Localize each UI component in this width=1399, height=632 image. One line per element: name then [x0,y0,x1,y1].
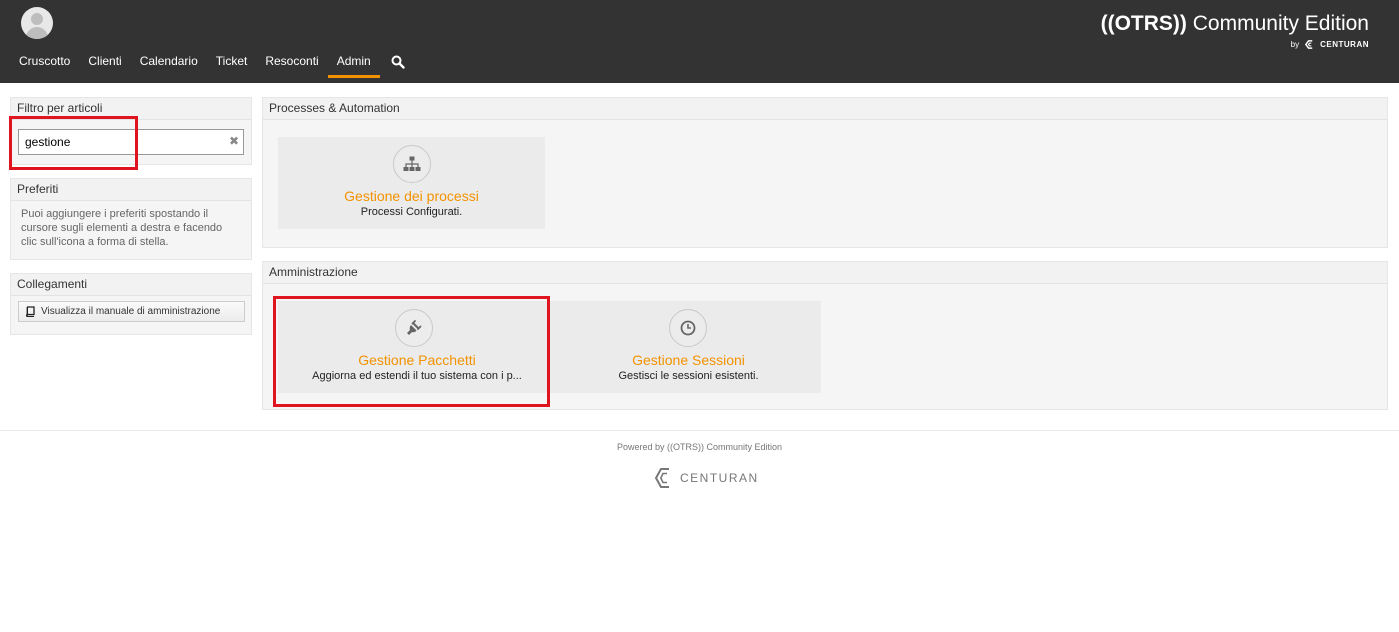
administration-title: Amministrazione [263,262,1387,284]
top-bar: Cruscotto Clienti Calendario Ticket Reso… [0,0,1399,83]
admin-manual-button[interactable]: Visualizza il manuale di amministrazione [18,301,245,322]
brand-logo[interactable]: ((OTRS)) Community Edition by CENTURAN [1101,12,1369,50]
footer-vendor-name: CENTURAN [680,471,759,485]
favorites-title: Preferiti [11,179,251,201]
avatar-head-shape [31,13,43,25]
brand-prefix: ((OTRS)) [1100,12,1187,35]
brand-vendor: CENTURAN [1320,40,1369,49]
centuran-logo-icon [1305,40,1313,49]
book-icon [25,306,35,317]
footer: Powered by ((OTRS)) Community Edition CE… [0,430,1399,510]
tile-package-manager[interactable]: Gestione Pacchetti Aggiorna ed estendi i… [278,301,556,393]
nav-calendario[interactable]: Calendario [131,50,207,78]
admin-manual-label: Visualizza il manuale di amministrazione [41,306,221,317]
sitemap-icon [393,145,431,183]
processes-panel: Processes & Automation Gestione dei proc… [262,97,1388,248]
brand-suffix: Community Edition [1186,12,1369,35]
tile-title: Gestione Sessioni [632,352,745,368]
favorites-help-text: Puoi aggiungere i preferiti spostando il… [21,208,223,248]
close-icon[interactable]: ✖ [229,134,239,148]
tile-process-management[interactable]: Gestione dei processi Processi Configura… [278,137,545,229]
tile-description: Aggiorna ed estendi il tuo sistema con i… [312,370,522,382]
filter-panel: Filtro per articoli ✖ [10,97,252,165]
administration-panel: Amministrazione Gestione Pacchetti Aggio… [262,261,1388,410]
powered-by-text: Powered by ((OTRS)) Community Edition [616,442,783,452]
plug-icon [395,309,433,347]
nav-admin[interactable]: Admin [327,50,380,78]
tile-description: Gestisci le sessioni esistenti. [618,370,759,382]
tile-title: Gestione dei processi [344,188,479,204]
favorites-panel: Preferiti Puoi aggiungere i preferiti sp… [10,178,252,260]
filter-title: Filtro per articoli [11,98,251,120]
tile-session-management[interactable]: Gestione Sessioni Gestisci le sessioni e… [556,301,821,393]
tile-title: Gestione Pacchetti [358,352,476,368]
nav-cruscotto[interactable]: Cruscotto [10,50,79,78]
links-title: Collegamenti [11,274,251,296]
nav-ticket[interactable]: Ticket [207,50,257,78]
search-icon[interactable] [384,50,412,74]
brand-by: by [1290,40,1300,49]
filter-input[interactable] [18,129,244,155]
links-panel: Collegamenti Visualizza il manuale di am… [10,273,252,335]
nav-resoconti[interactable]: Resoconti [256,50,327,78]
nav-clienti[interactable]: Clienti [79,50,130,78]
footer-vendor-logo[interactable]: CENTURAN [654,467,759,489]
processes-title: Processes & Automation [263,98,1387,120]
clock-icon [669,309,707,347]
avatar-body-shape [26,27,48,39]
tile-description: Processi Configurati. [360,206,463,218]
centuran-logo-icon [654,468,669,488]
user-avatar[interactable] [21,7,53,39]
main-nav: Cruscotto Clienti Calendario Ticket Reso… [10,50,412,78]
